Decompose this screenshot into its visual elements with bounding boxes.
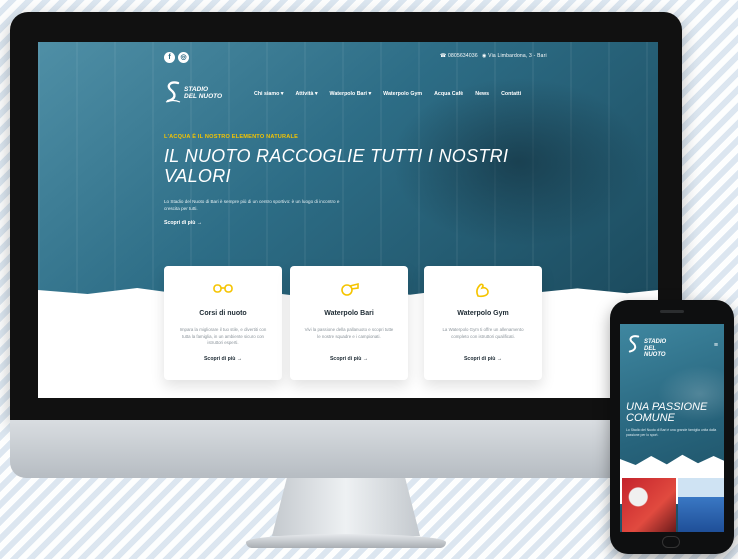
mobile-hero-title: UNA PASSIONE COMUNE [626, 401, 708, 424]
logo-text: STADIO DEL NUOTO [644, 339, 667, 358]
facebook-icon[interactable]: f [164, 52, 175, 63]
nav-item-waterpolo-bari[interactable]: Waterpolo Bari ▾ [330, 91, 372, 97]
monitor-chin [10, 420, 682, 478]
hamburger-menu-icon[interactable]: ≡ [714, 342, 718, 349]
card-title: Corsi di nuoto [199, 310, 247, 317]
card-waterpolo-gym[interactable]: Waterpolo Gym La Waterpolo Gym ti offre … [424, 266, 542, 380]
mobile-phone: STADIO DEL NUOTO ≡ UNA PASSIONE COMUNE L… [610, 300, 734, 554]
nav-item-acqua-cafe[interactable]: Acqua Cafè [434, 91, 463, 97]
mobile-hero-subtitle: Lo Stadio del Nuoto di Bari è una grande… [626, 428, 717, 437]
hero-eyebrow: L'ACQUA È IL NOSTRO ELEMENTO NATURALE [164, 134, 299, 140]
swimmer-logo-icon [165, 81, 181, 103]
swimmer-photo [622, 478, 676, 532]
hero-subtitle: Lo Stadio del Nuoto di Bari è sempre più… [164, 199, 340, 211]
card-waterpolo-bari[interactable]: Waterpolo Bari Vivi la passione della pa… [290, 266, 408, 380]
card-title: Waterpolo Gym [457, 310, 509, 317]
monitor-stand-base [246, 534, 446, 548]
nav-item-attivita[interactable]: Attività ▾ [295, 91, 317, 97]
home-button[interactable] [662, 536, 680, 548]
top-bar: f ◎ ☎ 0805634036 ◉ Via Limbardona, 3 - B… [164, 52, 547, 66]
phone-number[interactable]: ☎ 0805634036 [440, 53, 478, 59]
swimmer-logo-icon [628, 335, 640, 353]
nav-item-chi-siamo[interactable]: Chi siamo ▾ [254, 91, 283, 97]
desktop-monitor: f ◎ ☎ 0805634036 ◉ Via Limbardona, 3 - B… [10, 12, 682, 420]
card-link[interactable]: Scopri di più → [290, 356, 408, 362]
goggles-icon [213, 284, 233, 293]
address: ◉ Via Limbardona, 3 - Bari [482, 53, 547, 59]
card-corsi-di-nuoto[interactable]: Corsi di nuoto Impara la migliorare il t… [164, 266, 282, 380]
card-link[interactable]: Scopri di più → [424, 356, 542, 362]
hero-section: f ◎ ☎ 0805634036 ◉ Via Limbardona, 3 - B… [38, 42, 658, 300]
flexed-arm-icon [476, 283, 489, 298]
logo-text: STADIO DEL NUOTO [184, 86, 223, 100]
nav-item-news[interactable]: News [475, 91, 489, 97]
card-description: Vivi la passione della pallanuoto e scop… [304, 327, 394, 339]
whistle-icon [341, 282, 359, 296]
monitor-stand [272, 478, 420, 536]
mobile-screen: STADIO DEL NUOTO ≡ UNA PASSIONE COMUNE L… [620, 324, 724, 532]
phone-speaker [660, 310, 684, 313]
nav-item-waterpolo-gym[interactable]: Waterpolo Gym [383, 91, 422, 97]
card-description: La Waterpolo Gym ti offre un allenamento… [442, 327, 524, 339]
desktop-screen: f ◎ ☎ 0805634036 ◉ Via Limbardona, 3 - B… [38, 42, 658, 398]
card-link[interactable]: Scopri di più → [164, 356, 282, 362]
nav-item-contatti[interactable]: Contatti [501, 91, 521, 97]
hero-title: IL NUOTO RACCOGLIE TUTTI I NOSTRI VALORI [164, 146, 509, 186]
site-logo[interactable]: STADIO DEL NUOTO [164, 80, 228, 108]
instagram-icon[interactable]: ◎ [178, 52, 189, 63]
card-title: Waterpolo Bari [324, 310, 374, 317]
mobile-logo[interactable]: STADIO DEL NUOTO [626, 334, 666, 359]
card-description: Impara la migliorare il tuo stile, e div… [179, 327, 267, 345]
main-nav: Chi siamo ▾ Attività ▾ Waterpolo Bari ▾ … [254, 91, 521, 97]
pool-photo [678, 478, 724, 532]
hero-cta-link[interactable]: Scopri di più → [164, 220, 202, 226]
